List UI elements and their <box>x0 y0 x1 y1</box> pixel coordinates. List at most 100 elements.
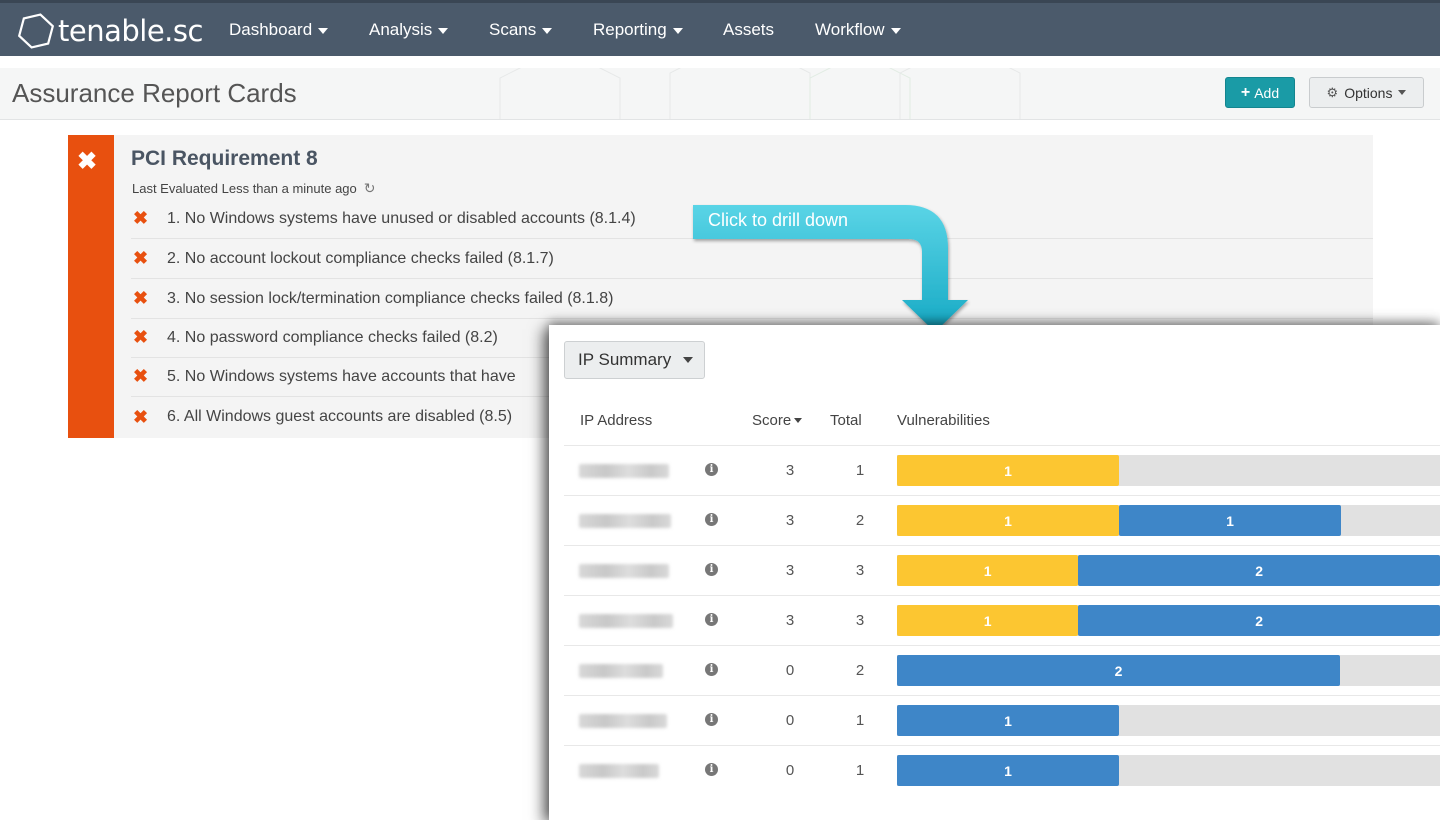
vulnerability-bar[interactable]: 12 <box>897 605 1440 636</box>
table-row[interactable]: i 0 2 2 <box>564 645 1440 695</box>
top-navigation: tenable.sc Dashboard Analysis Scans Repo… <box>0 0 1440 56</box>
score-cell: 3 <box>785 562 795 579</box>
info-icon[interactable]: i <box>705 463 718 476</box>
medium-severity-segment[interactable]: 1 <box>897 505 1119 536</box>
info-icon[interactable]: i <box>705 713 718 726</box>
score-cell: 3 <box>785 512 795 529</box>
page-title: Assurance Report Cards <box>12 78 297 108</box>
add-button-label: Add <box>1254 84 1280 101</box>
options-button-label: Options <box>1344 84 1393 101</box>
vulnerability-bar[interactable]: 2 <box>897 655 1440 686</box>
nav-dashboard[interactable]: Dashboard <box>229 20 329 40</box>
vulnerability-bar[interactable]: 1 <box>897 755 1440 786</box>
fail-x-icon: ✖ <box>133 288 149 308</box>
card-item-label: 4. No password compliance checks failed … <box>167 328 498 346</box>
vulnerability-bar[interactable]: 1 <box>897 455 1440 486</box>
nav-label: Workflow <box>815 20 885 39</box>
tenable-logo[interactable]: tenable.sc <box>18 11 203 51</box>
score-cell: 0 <box>785 762 795 779</box>
ip-address-redacted[interactable] <box>579 514 671 528</box>
info-icon[interactable]: i <box>705 613 718 626</box>
nav-label: Dashboard <box>229 20 313 39</box>
gear-icon: ⚙ <box>1326 84 1339 100</box>
total-cell: 1 <box>855 762 865 779</box>
score-cell: 0 <box>785 662 795 679</box>
ip-summary-panel: IP Summary IP Address Score Total Vulner… <box>549 325 1440 820</box>
card-item-label: 2. No account lockout compliance checks … <box>167 249 554 267</box>
caret-down-icon <box>542 28 553 34</box>
caret-down-icon <box>672 28 683 34</box>
table-row[interactable]: i 3 3 12 <box>564 595 1440 645</box>
low-severity-segment[interactable]: 1 <box>897 755 1119 786</box>
nav-reporting[interactable]: Reporting <box>593 20 683 40</box>
options-button[interactable]: ⚙ Options <box>1309 77 1424 108</box>
total-cell: 1 <box>855 462 865 479</box>
column-score-label: Score <box>752 412 792 429</box>
ip-address-redacted[interactable] <box>579 464 669 478</box>
caret-down-icon <box>438 28 449 34</box>
fail-x-icon: ✖ <box>133 248 149 268</box>
column-score[interactable]: Score <box>752 412 803 429</box>
low-severity-segment[interactable]: 1 <box>897 705 1119 736</box>
card-item-label: 6. All Windows guest accounts are disabl… <box>167 408 513 425</box>
logo-text: tenable.sc <box>58 14 203 48</box>
vulnerability-bar[interactable]: 1 <box>897 705 1440 736</box>
info-icon[interactable]: i <box>705 563 718 576</box>
status-bar: ✖ <box>68 135 114 438</box>
caret-down-icon <box>683 357 694 363</box>
score-cell: 3 <box>785 462 795 479</box>
nav-label: Analysis <box>369 20 433 39</box>
table-row[interactable]: i 0 1 1 <box>564 695 1440 745</box>
add-button[interactable]: + Add <box>1225 77 1295 108</box>
ip-address-redacted[interactable] <box>579 664 663 678</box>
info-icon[interactable]: i <box>705 763 718 776</box>
ip-address-redacted[interactable] <box>579 714 667 728</box>
medium-severity-segment[interactable]: 1 <box>897 555 1079 586</box>
sort-caret-icon <box>794 418 803 423</box>
ip-address-redacted[interactable] <box>579 614 673 628</box>
score-cell: 3 <box>785 612 795 629</box>
total-cell: 3 <box>855 562 865 579</box>
ip-address-redacted[interactable] <box>579 564 669 578</box>
hexagon-logo-icon <box>18 13 54 49</box>
caret-down-icon <box>318 28 329 34</box>
plus-icon: + <box>1240 83 1251 101</box>
nav-label: Assets <box>723 20 775 39</box>
tool-select-label: IP Summary <box>578 350 672 369</box>
card-item-label: 3. No session lock/termination complianc… <box>167 289 614 307</box>
card-title: PCI Requirement 8 <box>131 147 318 170</box>
nav-label: Reporting <box>593 20 667 39</box>
vulnerability-bar[interactable]: 12 <box>897 555 1440 586</box>
fail-x-icon: ✖ <box>133 327 149 347</box>
table-row[interactable]: i 3 3 12 <box>564 545 1440 595</box>
tool-select[interactable]: IP Summary <box>564 341 705 379</box>
nav-analysis[interactable]: Analysis <box>369 20 449 40</box>
table-row[interactable]: i 0 1 1 <box>564 745 1440 795</box>
nav-workflow[interactable]: Workflow <box>815 20 901 40</box>
low-severity-segment[interactable]: 2 <box>897 655 1340 686</box>
medium-severity-segment[interactable]: 1 <box>897 605 1079 636</box>
last-evaluated-text: Last Evaluated Less than a minute ago <box>132 181 357 196</box>
nav-scans[interactable]: Scans <box>489 20 553 40</box>
table-row[interactable]: i 3 2 11 <box>564 495 1440 545</box>
column-ip-address[interactable]: IP Address <box>580 412 652 429</box>
column-total[interactable]: Total <box>830 412 862 429</box>
caret-down-icon <box>890 28 901 34</box>
info-icon[interactable]: i <box>705 513 718 526</box>
vulnerability-bar[interactable]: 11 <box>897 505 1440 536</box>
fail-x-icon: ✖ <box>133 406 149 427</box>
nav-label: Scans <box>489 20 537 39</box>
refresh-icon[interactable]: ↻ <box>364 180 376 197</box>
fail-icon: ✖ <box>77 148 98 175</box>
low-severity-segment[interactable]: 1 <box>1119 505 1341 536</box>
low-severity-segment[interactable]: 2 <box>1078 555 1440 586</box>
column-vulnerabilities[interactable]: Vulnerabilities <box>897 412 990 429</box>
nav-assets[interactable]: Assets <box>723 20 774 40</box>
last-evaluated: Last Evaluated Less than a minute ago ↻ <box>132 180 376 197</box>
fail-x-icon: ✖ <box>133 366 149 386</box>
info-icon[interactable]: i <box>705 663 718 676</box>
low-severity-segment[interactable]: 2 <box>1078 605 1440 636</box>
table-row[interactable]: i 3 1 1 <box>564 445 1440 495</box>
medium-severity-segment[interactable]: 1 <box>897 455 1119 486</box>
ip-address-redacted[interactable] <box>579 764 659 778</box>
